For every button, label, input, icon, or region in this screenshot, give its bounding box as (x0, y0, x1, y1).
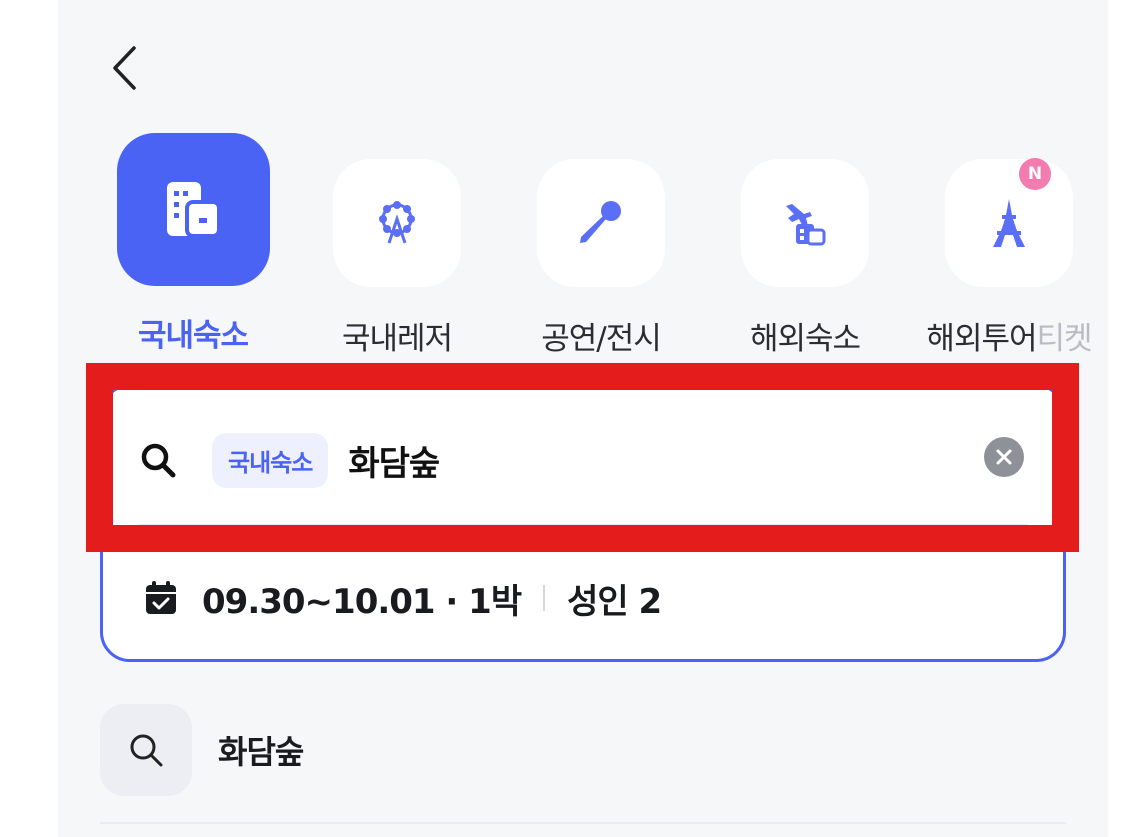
chevron-left-icon (113, 46, 136, 90)
guest-count: 성인 2 (567, 581, 662, 622)
divider (100, 822, 1066, 824)
category-tile (537, 159, 665, 287)
search-icon (138, 440, 188, 480)
stay-dates: 09.30~10.01 · 1박 (202, 581, 522, 622)
divider (138, 524, 1028, 526)
back-button[interactable] (100, 38, 150, 98)
category-tile (741, 159, 869, 287)
category-performance-exhibition[interactable]: 공연/전시 (511, 133, 691, 363)
close-icon (996, 449, 1012, 465)
search-icon (130, 734, 163, 767)
separator (543, 585, 546, 611)
recent-search-label: 화담숲 (218, 733, 304, 771)
microphone-icon (580, 201, 621, 243)
recent-icon-box (100, 704, 192, 796)
category-overseas-stay[interactable]: 해외숙소 (715, 133, 895, 363)
category-tile (945, 159, 1073, 287)
category-label: 해외투어티켓 (926, 321, 1092, 357)
category-chip: 국내숙소 (212, 432, 329, 488)
category-domestic-stay[interactable]: 국내숙소 (103, 133, 283, 363)
category-overseas-tour-ticket[interactable]: N 해외투어티켓 (919, 133, 1099, 363)
category-domestic-leisure[interactable]: 국내레저 (307, 133, 487, 363)
recent-search-item[interactable]: 화담숲 (100, 704, 1066, 796)
new-badge: N (1019, 158, 1051, 190)
eiffel-tower-icon (993, 199, 1025, 247)
ferris-wheel-icon (379, 201, 415, 244)
airplane-hotel-icon (786, 204, 826, 246)
category-label: 국내레저 (341, 321, 453, 357)
category-tile (333, 159, 461, 287)
calendar-check-icon (146, 581, 176, 614)
search-input[interactable] (348, 440, 909, 480)
booking-summary[interactable]: 09.30~10.01 · 1박 성인 2 (144, 568, 662, 628)
category-label: 공연/전시 (541, 321, 662, 357)
building-icon (167, 181, 221, 238)
category-label: 국내숙소 (137, 318, 249, 354)
clear-search-button[interactable] (984, 437, 1024, 477)
category-tile (116, 133, 270, 286)
category-label: 해외숙소 (749, 321, 861, 357)
search-bar[interactable]: 국내숙소 (138, 412, 1028, 508)
